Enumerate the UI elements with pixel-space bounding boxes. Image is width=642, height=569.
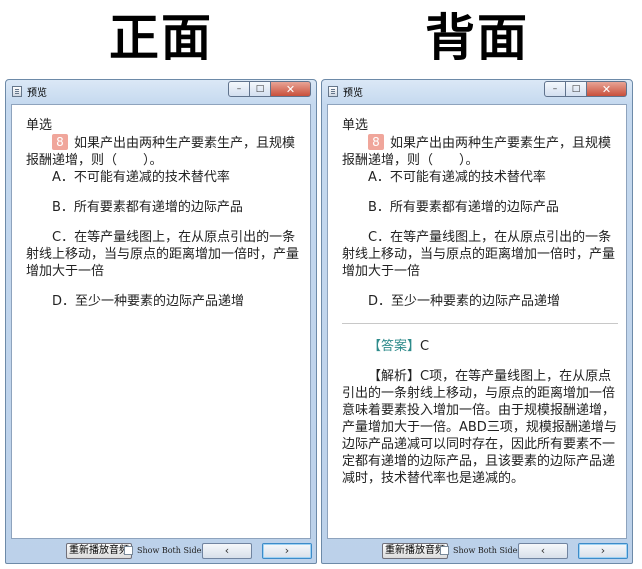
chevron-right-icon: › [284,544,290,557]
maximize-icon: □ [255,83,265,94]
maximize-button[interactable]: □ [250,81,271,97]
question-number-badge: 8 [368,134,384,150]
card-content: 单选 8 如果产出由两种生产要素生产，且规模报酬递增，则（ ）。 A．不可能有递减… [11,104,311,539]
answer-line: 【答案】C [342,338,618,355]
replay-audio-button[interactable]: 重新播放音频 [66,543,132,559]
next-button[interactable]: › [578,543,628,559]
question-stem-block: 8 如果产出由两种生产要素生产，且规模报酬递增，则（ ）。 [342,134,618,169]
maximize-icon: □ [571,83,581,94]
answer-label: 【答案】 [368,339,421,354]
back-side-heading: 背面 [425,9,529,67]
show-both-sides-label: Show Both Sides [453,546,522,555]
window-app-icon [328,86,338,97]
option-c: C．在等产量线图上，在从原点引出的一条射线上移动，当与原点的距离增加一倍时，产量… [26,230,300,279]
chevron-left-icon: ‹ [540,544,546,557]
next-button[interactable]: › [262,543,312,559]
close-icon: ✕ [601,82,612,96]
question-stem-block: 8 如果产出由两种生产要素生产，且规模报酬递增，则（ ）。 [26,134,302,169]
title-bar[interactable]: 预览 – □ ✕ [6,80,316,104]
title-bar[interactable]: 预览 – □ ✕ [322,80,632,104]
chevron-right-icon: › [600,544,606,557]
previous-button[interactable]: ‹ [202,543,252,559]
preview-window-front: 预览 – □ ✕ 单选 8 如果产出由两种生产要素生产，且规模报酬递增，则（ ）。… [5,79,317,564]
minimize-icon: – [552,83,558,94]
explanation-label: 【解析】 [368,369,421,384]
window-title: 预览 [343,88,363,99]
show-both-sides-checkbox[interactable] [124,546,133,555]
question-type: 单选 [342,118,369,133]
window-footer: 重新播放音频 Show Both Sides ‹ › [322,539,632,563]
option-d: D．至少一种要素的边际产品递增 [368,294,561,309]
chevron-left-icon: ‹ [224,544,230,557]
window-app-icon [12,86,22,97]
minimize-button[interactable]: – [228,81,250,97]
front-side-heading: 正面 [109,9,213,67]
option-c: C．在等产量线图上，在从原点引出的一条射线上移动，当与原点的距离增加一倍时，产量… [342,230,616,279]
option-a: A．不可能有递减的技术替代率 [368,170,546,185]
close-button[interactable]: ✕ [271,81,311,97]
close-icon: ✕ [285,82,296,96]
option-b: B．所有要素都有递增的边际产品 [52,200,243,215]
maximize-button[interactable]: □ [566,81,587,97]
explanation: 【解析】C项，在等产量线图上，在从原点引出的一条射线上移动，与原点的距离增加一倍… [342,368,618,487]
answer-value: C [420,339,430,354]
question-type: 单选 [26,118,53,133]
minimize-icon: – [236,83,242,94]
preview-window-back: 预览 – □ ✕ 单选 8 如果产出由两种生产要素生产，且规模报酬递增，则（ ）。… [321,79,633,564]
replay-audio-button[interactable]: 重新播放音频 [382,543,448,559]
question-number-badge: 8 [52,134,68,150]
window-title: 预览 [27,88,47,99]
card-content: 单选 8 如果产出由两种生产要素生产，且规模报酬递增，则（ ）。 A．不可能有递减… [327,104,627,539]
previous-button[interactable]: ‹ [518,543,568,559]
option-d: D．至少一种要素的边际产品递增 [52,294,245,309]
minimize-button[interactable]: – [544,81,566,97]
window-footer: 重新播放音频 Show Both Sides ‹ › [6,539,316,563]
answer-divider [342,323,618,324]
show-both-sides-label: Show Both Sides [137,546,206,555]
show-both-sides-checkbox[interactable] [440,546,449,555]
option-b: B．所有要素都有递增的边际产品 [368,200,559,215]
close-button[interactable]: ✕ [587,81,627,97]
option-a: A．不可能有递减的技术替代率 [52,170,230,185]
window-controls: – □ ✕ [228,81,311,97]
window-controls: – □ ✕ [544,81,627,97]
explanation-text: C项，在等产量线图上，在从原点引出的一条射线上移动，与原点的距离增加一倍意味着要… [342,369,617,486]
